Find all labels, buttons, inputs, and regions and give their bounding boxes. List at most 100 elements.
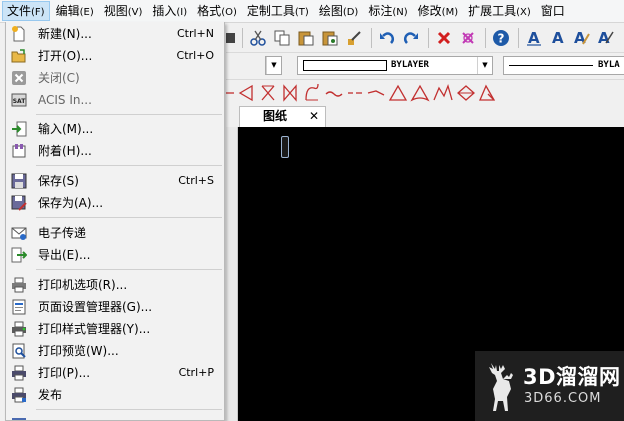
menu-item-label: 电子传递 [38,226,87,240]
edit-text-icon[interactable]: A [571,27,593,49]
menu-item-attach[interactable]: 附着(H)... [6,140,224,162]
menu-item-import[interactable]: 输入(M)... [6,118,224,140]
copy-icon[interactable] [271,27,293,49]
delete-icon[interactable] [433,27,455,49]
menu-item-label: 打印样式管理器(Y)... [38,322,151,336]
color-dropdown[interactable]: BYLAYER ▼ [297,56,493,75]
menu-window[interactable]: 窗口 [537,1,569,21]
menu-item-partial[interactable] [6,414,224,420]
paste-icon[interactable] [295,27,317,49]
linetype-dropdown-value: BYLA [598,60,620,70]
menu-item-label: 打印预览(W)... [38,344,119,358]
page-setup-icon [12,299,26,315]
single-line-text-icon[interactable]: A [547,27,569,49]
menu-format[interactable]: 格式(O) [193,1,241,21]
menu-item-publish[interactable]: 发布 [6,384,224,406]
save-icon [11,173,27,189]
menu-item-export[interactable]: 导出(E)... [6,244,224,266]
text-pen-icon[interactable]: A [595,27,617,49]
linetype-dropdown[interactable]: BYLA [503,56,624,75]
arrow-triangle-icon[interactable] [479,84,496,101]
arc-line-icon[interactable] [325,91,343,97]
menu-insert[interactable]: 插入(I) [148,1,191,21]
menu-modify[interactable]: 修改(M) [414,1,462,21]
menu-custom-tools[interactable]: 定制工具(T) [243,1,313,21]
publish-icon [12,387,26,403]
menu-file[interactable]: 文件(F) [2,1,50,21]
triangle-icon[interactable] [388,84,408,101]
menu-item-label: 附着(H)... [38,144,92,158]
menu-item-label: ACIS In... [38,93,92,107]
open-folder-icon [11,49,26,63]
peak-icon[interactable] [433,83,453,101]
menu-item-label: 新建(N)... [38,27,92,41]
menu-item-acis-in[interactable]: SAT ACIS In... [6,89,224,111]
menu-item-save[interactable]: 保存(S) Ctrl+S [6,170,224,192]
etransmit-icon [11,227,27,240]
match-properties-icon[interactable] [343,27,365,49]
bowtie-icon[interactable] [283,84,297,102]
svg-text:?: ? [498,31,505,45]
svg-text:A: A [598,29,610,47]
import-icon [12,121,27,137]
print-icon[interactable] [226,27,236,49]
menu-item-plot-style-manager[interactable]: 打印样式管理器(Y)... [6,318,224,340]
menu-view[interactable]: 视图(V) [100,1,147,21]
document-tab-strip: 图纸1.dwg ✕ [226,105,624,142]
menu-item-close[interactable]: 关闭(C) [6,67,224,89]
new-file-icon [12,26,25,42]
menu-draw[interactable]: 绘图(D) [315,1,363,21]
draw-tool-icons [226,83,496,102]
ruled-surface-icon[interactable] [261,85,275,101]
offset-line-icon[interactable] [367,90,385,96]
menu-item-open[interactable]: 打开(O)... Ctrl+O [6,45,224,67]
menu-edit[interactable]: 编辑(E) [52,1,98,21]
menu-item-page-setup-manager[interactable]: 页面设置管理器(G)... [6,296,224,318]
curve-surface-icon[interactable] [305,83,319,101]
menu-item-shortcut: Ctrl+S [178,174,214,187]
menu-item-printer-options[interactable]: 打印机选项(R)... [6,274,224,296]
paste-special-icon[interactable] [319,27,341,49]
explode-icon[interactable] [457,27,479,49]
deer-logo-icon [489,363,513,411]
menu-item-label: 打印(P)... [38,366,91,380]
draw-toolbar [226,79,624,106]
menu-dimension[interactable]: 标注(N) [364,1,411,21]
small-dropdown[interactable]: ▼ [265,56,282,75]
wedge-icon[interactable] [238,84,253,102]
attach-icon [12,144,26,158]
menu-separator [36,165,222,166]
file-menu-dropdown: 新建(N)... Ctrl+N 打开(O)... Ctrl+O 关闭(C) SA… [5,22,225,421]
menu-item-new[interactable]: 新建(N)... Ctrl+N [6,23,224,45]
menu-item-label: 打开(O)... [38,49,93,63]
menu-item-shortcut: Ctrl+P [178,366,214,379]
toolbar-separator [428,27,429,48]
menu-item-label: 页面设置管理器(G)... [38,300,153,314]
help-icon[interactable]: ? [490,27,512,49]
menu-item-print[interactable]: 打印(P)... Ctrl+P [6,362,224,384]
cut-icon[interactable] [247,27,269,49]
watermark-url: 3D66.COM [524,391,602,406]
site-watermark: 3D溜溜网 3D66.COM [475,351,624,421]
close-icon[interactable]: ✕ [309,107,319,126]
menu-item-etransmit[interactable]: 电子传递 [6,222,224,244]
menu-item-print-preview[interactable]: 打印预览(W)... [6,340,224,362]
menu-item-label: 输入(M)... [38,122,94,136]
export-icon [11,247,27,263]
triangle-arc-icon[interactable] [410,84,430,102]
text-style-icon[interactable]: A [523,27,545,49]
svg-text:A: A [552,29,564,47]
document-tab[interactable]: 图纸1.dwg ✕ [239,106,326,142]
menu-item-label: 打印机选项(R)... [38,278,128,292]
menu-item-shortcut: Ctrl+N [176,27,214,40]
undo-icon[interactable] [376,27,398,49]
menu-extension-tools[interactable]: 扩展工具(X) [464,1,535,21]
toolbar-separator [371,27,372,48]
linetype-sample [509,65,593,66]
menu-bar: 文件(F) 编辑(E) 视图(V) 插入(I) 格式(O) 定制工具(T) 绘图… [0,0,624,23]
menu-item-label: 保存为(A)... [38,196,104,210]
redo-icon[interactable] [400,27,422,49]
chevron-down-icon: ▼ [266,57,281,74]
diamond-icon[interactable] [457,85,475,101]
menu-item-save-as[interactable]: 保存为(A)... [6,192,224,214]
